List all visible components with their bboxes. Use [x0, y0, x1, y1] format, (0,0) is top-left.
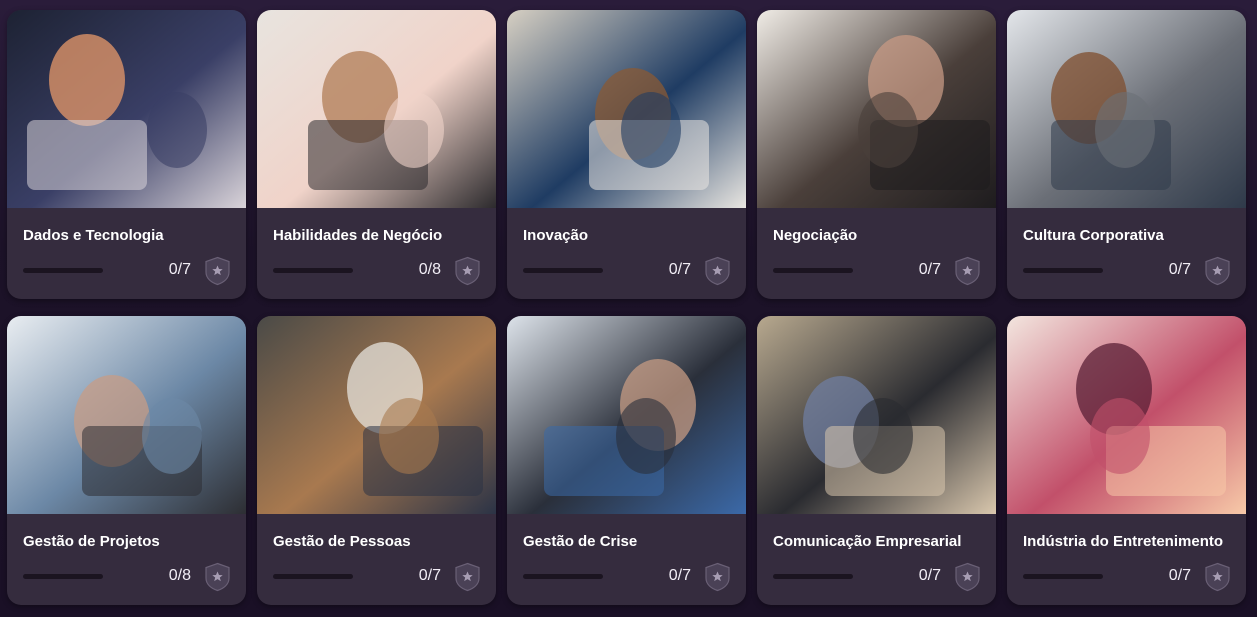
- progress-count: 0/8: [418, 261, 441, 278]
- course-card[interactable]: Dados e Tecnologia 0/7: [7, 10, 246, 299]
- course-card[interactable]: Inovação 0/7: [507, 10, 746, 299]
- progress-count: 0/8: [168, 567, 191, 584]
- course-card[interactable]: Gestão de Projetos 0/8: [7, 316, 246, 605]
- course-info: Inovação 0/7: [507, 208, 746, 299]
- course-card[interactable]: Cultura Corporativa 0/7: [1007, 10, 1246, 299]
- course-thumbnail: [257, 10, 496, 208]
- course-info: Habilidades de Negócio 0/8: [257, 208, 496, 299]
- star-shield-icon: [204, 562, 231, 592]
- progress-bar: [1023, 268, 1103, 273]
- course-info: Gestão de Crise 0/7: [507, 514, 746, 605]
- course-title: Comunicação Empresarial: [773, 533, 962, 550]
- course-card[interactable]: Gestão de Pessoas 0/7: [257, 316, 496, 605]
- course-info: Comunicação Empresarial 0/7: [757, 514, 996, 605]
- course-card[interactable]: Indústria do Entretenimento 0/7: [1007, 316, 1246, 605]
- course-title: Indústria do Entretenimento: [1023, 533, 1224, 550]
- progress-bar: [273, 268, 353, 273]
- progress-count: 0/7: [418, 567, 441, 584]
- star-shield-icon: [204, 256, 231, 286]
- star-shield-icon: [704, 256, 731, 286]
- progress-bar: [773, 574, 853, 579]
- course-title: Habilidades de Negócio: [273, 227, 443, 244]
- course-info: Gestão de Projetos 0/8: [7, 514, 246, 605]
- progress-count: 0/7: [168, 261, 191, 278]
- course-title: Negociação: [773, 227, 858, 244]
- course-info: Gestão de Pessoas 0/7: [257, 514, 496, 605]
- star-shield-icon: [454, 256, 481, 286]
- course-grid: Dados e Tecnologia 0/7 Habilidades de Negó…: [7, 10, 1246, 605]
- star-shield-icon: [954, 562, 981, 592]
- star-shield-icon: [1204, 256, 1231, 286]
- course-thumbnail: [1007, 316, 1246, 514]
- course-thumbnail: [757, 10, 996, 208]
- progress-bar: [523, 574, 603, 579]
- progress-count: 0/7: [918, 567, 941, 584]
- progress-count: 0/7: [1168, 261, 1191, 278]
- star-shield-icon: [954, 256, 981, 286]
- progress-count: 0/7: [1168, 567, 1191, 584]
- course-thumbnail: [7, 10, 246, 208]
- course-thumbnail: [507, 316, 746, 514]
- course-title: Gestão de Pessoas: [273, 533, 411, 550]
- course-thumbnail: [507, 10, 746, 208]
- course-info: Indústria do Entretenimento 0/7: [1007, 514, 1246, 605]
- course-info: Cultura Corporativa 0/7: [1007, 208, 1246, 299]
- course-thumbnail: [757, 316, 996, 514]
- progress-bar: [523, 268, 603, 273]
- progress-count: 0/7: [668, 261, 691, 278]
- course-title: Gestão de Crise: [523, 533, 638, 550]
- progress-bar: [23, 268, 103, 273]
- course-title: Dados e Tecnologia: [23, 227, 164, 244]
- star-shield-icon: [1204, 562, 1231, 592]
- course-thumbnail: [257, 316, 496, 514]
- progress-bar: [773, 268, 853, 273]
- star-shield-icon: [454, 562, 481, 592]
- course-card[interactable]: Gestão de Crise 0/7: [507, 316, 746, 605]
- progress-bar: [273, 574, 353, 579]
- course-info: Negociação 0/7: [757, 208, 996, 299]
- course-card[interactable]: Comunicação Empresarial 0/7: [757, 316, 996, 605]
- course-thumbnail: [7, 316, 246, 514]
- progress-count: 0/7: [918, 261, 941, 278]
- course-title: Gestão de Projetos: [23, 533, 160, 550]
- progress-bar: [23, 574, 103, 579]
- course-title: Cultura Corporativa: [1023, 227, 1164, 244]
- progress-bar: [1023, 574, 1103, 579]
- star-shield-icon: [704, 562, 731, 592]
- course-info: Dados e Tecnologia 0/7: [7, 208, 246, 299]
- course-card[interactable]: Negociação 0/7: [757, 10, 996, 299]
- progress-count: 0/7: [668, 567, 691, 584]
- course-card[interactable]: Habilidades de Negócio 0/8: [257, 10, 496, 299]
- course-thumbnail: [1007, 10, 1246, 208]
- course-title: Inovação: [523, 227, 589, 244]
